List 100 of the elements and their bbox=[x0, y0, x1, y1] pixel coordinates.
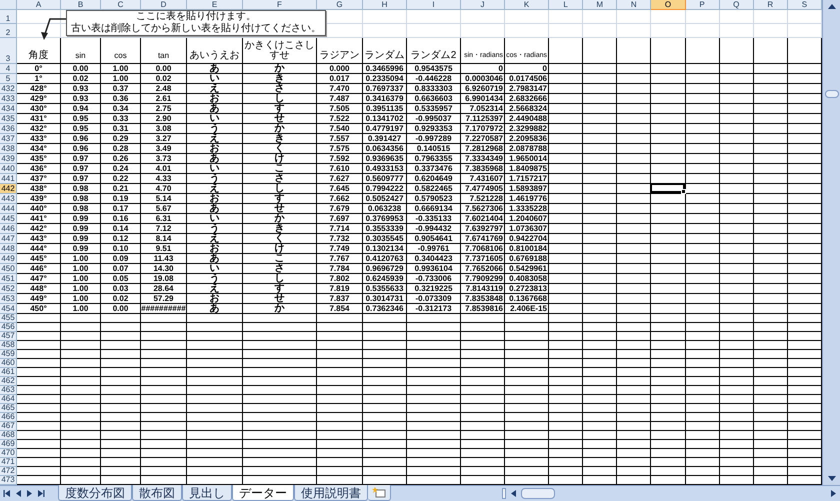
table-cell[interactable]: 0.0003046 bbox=[461, 74, 505, 84]
table-cell[interactable]: 432° bbox=[17, 124, 61, 134]
table-cell[interactable]: 7.592 bbox=[317, 154, 363, 164]
row-header[interactable]: 467 bbox=[0, 422, 17, 431]
row-header[interactable]: 441 bbox=[0, 174, 17, 184]
table-cell[interactable]: 0.9293353 bbox=[407, 124, 461, 134]
table-cell[interactable]: 443° bbox=[17, 234, 61, 244]
next-sheet-button[interactable] bbox=[25, 489, 34, 498]
table-cell[interactable]: お bbox=[187, 94, 243, 104]
table-cell[interactable]: か bbox=[243, 214, 317, 224]
header-cell[interactable]: 角度 bbox=[17, 38, 61, 64]
table-cell[interactable]: こ bbox=[243, 254, 317, 264]
table-cell[interactable]: 7.645 bbox=[317, 184, 363, 194]
table-cell[interactable]: す bbox=[243, 284, 317, 294]
table-cell[interactable]: 449° bbox=[17, 294, 61, 304]
insert-sheet-button[interactable] bbox=[368, 485, 391, 501]
row-header[interactable]: 466 bbox=[0, 413, 17, 422]
table-cell[interactable]: か bbox=[243, 124, 317, 134]
table-cell[interactable]: 0.3219225 bbox=[407, 284, 461, 294]
table-cell[interactable]: -0.073309 bbox=[407, 294, 461, 304]
table-cell[interactable]: 0.9422704 bbox=[505, 234, 549, 244]
table-cell[interactable]: あ bbox=[187, 204, 243, 214]
table-cell[interactable]: 437° bbox=[17, 174, 61, 184]
table-cell[interactable]: 446° bbox=[17, 264, 61, 274]
table-cell[interactable]: い bbox=[187, 74, 243, 84]
table-cell[interactable]: 0.7963355 bbox=[407, 154, 461, 164]
table-cell[interactable]: 0.97 bbox=[61, 154, 101, 164]
table-cell[interactable]: 0.3465996 bbox=[363, 64, 407, 74]
column-header[interactable]: M bbox=[583, 0, 618, 10]
row-header[interactable]: 463 bbox=[0, 386, 17, 395]
table-cell[interactable]: 0.36 bbox=[101, 94, 141, 104]
row-header[interactable]: 432 bbox=[0, 84, 17, 94]
table-cell[interactable]: 0.4779197 bbox=[363, 124, 407, 134]
table-cell[interactable]: 0° bbox=[17, 64, 61, 74]
table-cell[interactable]: 0.1367668 bbox=[505, 294, 549, 304]
row-header[interactable]: 458 bbox=[0, 341, 17, 350]
table-cell[interactable]: 7.2270587 bbox=[461, 134, 505, 144]
row-header[interactable]: 469 bbox=[0, 440, 17, 449]
table-cell[interactable]: 7.521228 bbox=[461, 194, 505, 204]
table-cell[interactable]: 2.7983147 bbox=[505, 84, 549, 94]
table-cell[interactable]: 2.6832666 bbox=[505, 94, 549, 104]
table-cell[interactable]: 0.000 bbox=[317, 64, 363, 74]
table-cell[interactable]: お bbox=[187, 244, 243, 254]
table-cell[interactable]: 7.7068106 bbox=[461, 244, 505, 254]
table-cell[interactable]: 7.610 bbox=[317, 164, 363, 174]
column-header[interactable]: I bbox=[407, 0, 461, 10]
last-sheet-button[interactable] bbox=[36, 489, 45, 498]
table-cell[interactable]: き bbox=[243, 134, 317, 144]
table-cell[interactable]: あ bbox=[187, 304, 243, 314]
table-cell[interactable]: 7.052314 bbox=[461, 104, 505, 114]
table-cell[interactable]: 0.97 bbox=[61, 164, 101, 174]
column-header[interactable]: O bbox=[651, 0, 686, 10]
table-cell[interactable]: 0.19 bbox=[101, 194, 141, 204]
table-cell[interactable]: 0.98 bbox=[61, 194, 101, 204]
table-cell[interactable]: 7.854 bbox=[317, 304, 363, 314]
row-header[interactable]: 468 bbox=[0, 431, 17, 440]
previous-sheet-button[interactable] bbox=[14, 489, 23, 498]
table-cell[interactable]: 0.5355633 bbox=[363, 284, 407, 294]
table-cell[interactable]: 7.7909299 bbox=[461, 274, 505, 284]
table-cell[interactable]: 0.4120763 bbox=[363, 254, 407, 264]
table-cell[interactable]: 438° bbox=[17, 184, 61, 194]
table-cell[interactable]: 0.96 bbox=[61, 144, 101, 154]
row-header[interactable]: 465 bbox=[0, 404, 17, 413]
table-cell[interactable]: 3.73 bbox=[141, 154, 187, 164]
row-header[interactable]: 439 bbox=[0, 154, 17, 164]
table-cell[interactable]: 1° bbox=[17, 74, 61, 84]
table-cell[interactable]: 0.02 bbox=[61, 74, 101, 84]
table-cell[interactable]: え bbox=[187, 134, 243, 144]
table-cell[interactable]: い bbox=[187, 214, 243, 224]
table-cell[interactable]: 0.93 bbox=[61, 84, 101, 94]
row-header[interactable]: 434 bbox=[0, 104, 17, 114]
table-cell[interactable]: 7.7371605 bbox=[461, 254, 505, 264]
table-cell[interactable]: 448° bbox=[17, 284, 61, 294]
table-cell[interactable]: -0.733006 bbox=[407, 274, 461, 284]
table-cell[interactable]: -0.312173 bbox=[407, 304, 461, 314]
split-handle[interactable] bbox=[502, 488, 506, 499]
row-header[interactable]: 443 bbox=[0, 194, 17, 204]
table-cell[interactable]: 0.3014731 bbox=[363, 294, 407, 304]
table-cell[interactable]: 0.9369635 bbox=[363, 154, 407, 164]
table-cell[interactable]: 0.93 bbox=[61, 94, 101, 104]
table-cell[interactable]: い bbox=[187, 164, 243, 174]
table-cell[interactable]: 0.3553339 bbox=[363, 224, 407, 234]
header-cell[interactable]: ランダム bbox=[363, 38, 407, 64]
row-header[interactable]: 447 bbox=[0, 234, 17, 244]
sheet-tab[interactable]: データー bbox=[232, 485, 294, 501]
row-header[interactable]: 455 bbox=[0, 314, 17, 323]
table-cell[interactable]: せ bbox=[243, 294, 317, 304]
table-cell[interactable]: 7.470 bbox=[317, 84, 363, 94]
table-cell[interactable]: 7.767 bbox=[317, 254, 363, 264]
table-cell[interactable]: 0.3404423 bbox=[407, 254, 461, 264]
table-cell[interactable]: 1.9650014 bbox=[505, 154, 549, 164]
table-cell[interactable]: 1.00 bbox=[61, 264, 101, 274]
table-cell[interactable]: 7.697 bbox=[317, 214, 363, 224]
table-cell[interactable]: い bbox=[187, 264, 243, 274]
table-cell[interactable]: さ bbox=[243, 174, 317, 184]
table-cell[interactable]: 28.64 bbox=[141, 284, 187, 294]
table-cell[interactable]: 7.8353848 bbox=[461, 294, 505, 304]
table-cell[interactable]: 0.9696729 bbox=[363, 264, 407, 274]
table-cell[interactable]: 0.99 bbox=[61, 244, 101, 254]
row-header[interactable]: 442 bbox=[0, 184, 17, 194]
